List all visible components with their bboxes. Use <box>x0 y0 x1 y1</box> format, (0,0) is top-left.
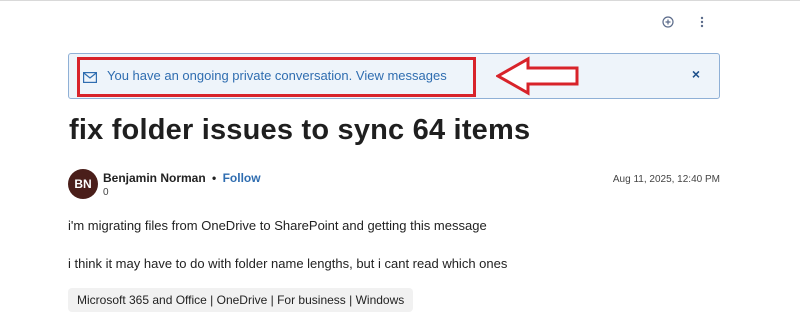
top-toolbar <box>660 14 710 30</box>
follow-button[interactable]: Follow <box>223 171 261 185</box>
post-tags[interactable]: Microsoft 365 and Office | OneDrive | Fo… <box>68 288 414 312</box>
page-frame <box>0 0 800 321</box>
author-score: 0 <box>103 187 109 198</box>
avatar[interactable]: BN <box>68 169 98 199</box>
annotation-highlight-box <box>77 57 476 97</box>
close-icon[interactable]: × <box>692 66 700 82</box>
post-body-line: i think it may have to do with folder na… <box>68 256 508 271</box>
post-date: Aug 11, 2025, 12:40 PM <box>612 174 720 185</box>
annotation-arrow-icon <box>496 56 579 96</box>
plus-circle-icon[interactable] <box>660 14 676 30</box>
post-title: fix folder issues to sync 64 items <box>69 114 531 146</box>
author-name[interactable]: Benjamin Norman <box>103 171 206 185</box>
post-body-line: i'm migrating files from OneDrive to Sha… <box>68 218 487 233</box>
separator-dot: • <box>212 171 217 185</box>
more-vertical-icon[interactable] <box>694 14 710 30</box>
author-line: Benjamin Norman • Follow <box>103 171 261 185</box>
